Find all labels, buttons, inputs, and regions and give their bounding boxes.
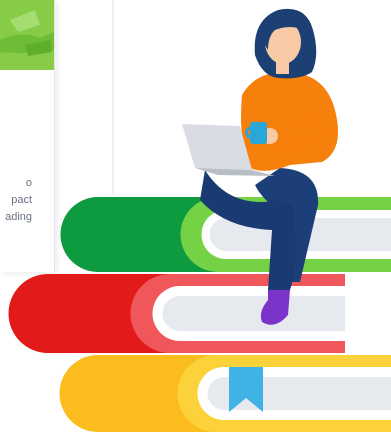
mug-icon [250,122,267,144]
reading-woman-illustration [8,8,391,432]
laptop-icon [182,124,252,170]
yellow-book [59,355,391,432]
red-book [8,274,346,353]
